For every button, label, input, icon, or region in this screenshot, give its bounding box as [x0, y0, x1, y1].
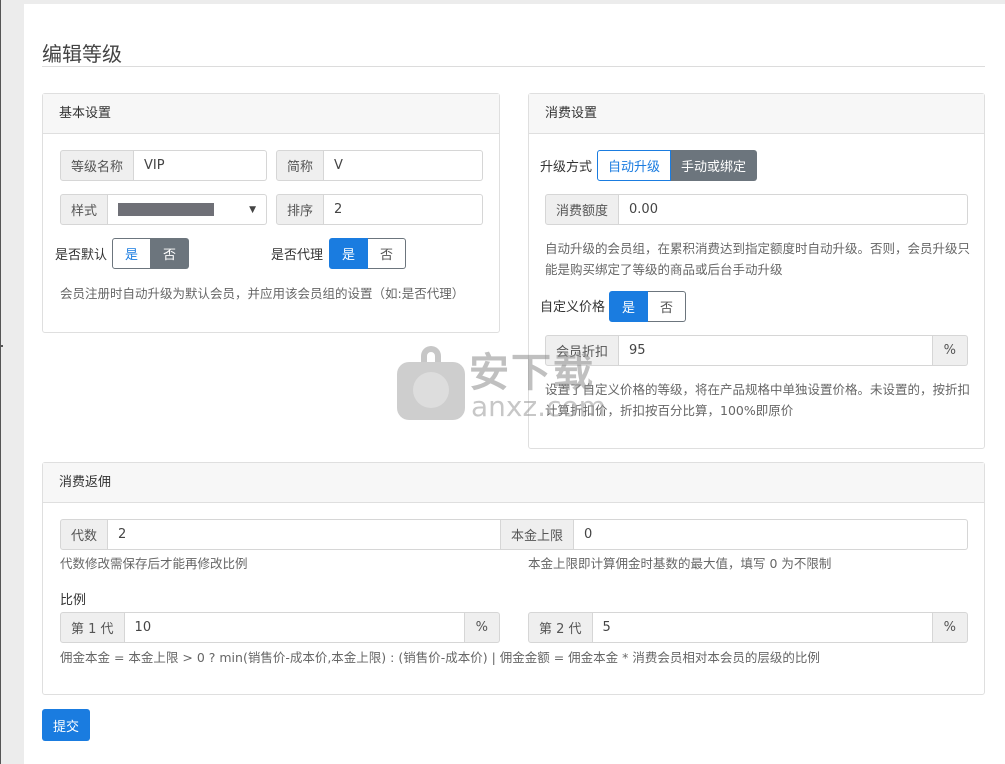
default-no-button[interactable]: 否	[151, 238, 190, 269]
default-yes-button[interactable]: 是	[112, 238, 152, 269]
basic-settings-header: 基本设置	[43, 94, 499, 134]
cap-group: 本金上限 0	[500, 519, 968, 550]
level-name-group: 等级名称 VIP	[60, 150, 267, 181]
commission-formula-text: 佣金本金 = 本金上限 > 0 ? min(销售价-成本价,本金上限) : (销…	[60, 650, 820, 665]
amount-input[interactable]: 0.00	[619, 194, 968, 225]
gen1-ratio-group: 第 1 代 10 %	[60, 612, 500, 643]
cap-label: 本金上限	[500, 519, 575, 550]
gen1-ratio-label: 第 1 代	[60, 612, 125, 643]
amount-help-text: 自动升级的会员组，在累积消费达到指定额度时自动升级。否则，会员升级只能是购买绑定…	[545, 241, 971, 277]
window-edge	[0, 0, 1, 764]
ratio-label: 比例	[60, 593, 87, 608]
short-name-group: 简称 V	[276, 150, 483, 181]
level-name-label: 等级名称	[60, 150, 135, 181]
generation-label: 代数	[60, 519, 109, 550]
cap-input[interactable]: 0	[574, 519, 968, 550]
window-edge-notch	[0, 345, 3, 347]
upgrade-mode-label: 升级方式	[540, 160, 593, 175]
commission-header: 消费返佣	[43, 463, 984, 503]
custom-price-yes-button[interactable]: 是	[609, 291, 649, 322]
discount-group: 会员折扣 95 %	[545, 335, 968, 366]
gen1-percent-suffix: %	[464, 612, 500, 643]
cap-help-text: 本金上限即计算佣金时基数的最大值，填写 0 为不限制	[528, 556, 832, 571]
generation-group: 代数 2	[60, 519, 501, 550]
style-group: 样式 ▼	[60, 194, 267, 225]
agent-toggle: 是 否	[329, 238, 407, 269]
discount-label: 会员折扣	[545, 335, 620, 366]
consume-settings-header: 消费设置	[529, 94, 984, 134]
title-divider	[42, 66, 985, 67]
gen1-ratio-input[interactable]: 10	[124, 612, 465, 643]
short-name-input[interactable]: V	[324, 150, 483, 181]
gen2-ratio-group: 第 2 代 5 %	[528, 612, 968, 643]
chevron-down-icon: ▼	[249, 204, 256, 215]
style-label: 样式	[60, 194, 109, 225]
order-input[interactable]: 2	[324, 194, 483, 225]
short-name-label: 简称	[276, 150, 325, 181]
discount-input[interactable]: 95	[619, 335, 933, 366]
basic-help-text: 会员注册时自动升级为默认会员，并应用该会员组的设置（如:是否代理）	[60, 286, 465, 301]
agent-yes-button[interactable]: 是	[329, 238, 369, 269]
gen2-ratio-label: 第 2 代	[528, 612, 593, 643]
upgrade-auto-button[interactable]: 自动升级	[597, 150, 672, 181]
default-label: 是否默认	[55, 248, 108, 263]
custom-price-no-button[interactable]: 否	[648, 291, 687, 322]
style-select[interactable]: ▼	[108, 194, 267, 225]
page-title: 编辑等级	[42, 42, 122, 66]
gen2-ratio-input[interactable]: 5	[592, 612, 933, 643]
amount-label: 消费额度	[545, 194, 620, 225]
custom-price-label: 自定义价格	[540, 300, 606, 315]
upgrade-mode-toggle: 自动升级 手动或绑定	[597, 150, 758, 181]
edit-level-page: 编辑等级 基本设置 等级名称 VIP 简称 V 样式 ▼ 排序 2 是否默认 是…	[24, 4, 1005, 764]
discount-help-text: 设置了自定义价格的等级，将在产品规格中单独设置价格。未设置的，按折扣计算折扣价，…	[545, 382, 971, 418]
style-color-swatch	[118, 203, 215, 216]
amount-group: 消费额度 0.00	[545, 194, 968, 225]
agent-label: 是否代理	[271, 248, 324, 263]
order-group: 排序 2	[276, 194, 483, 225]
submit-button[interactable]: 提交	[42, 709, 90, 741]
order-label: 排序	[276, 194, 325, 225]
agent-no-button[interactable]: 否	[368, 238, 407, 269]
level-name-input[interactable]: VIP	[134, 150, 267, 181]
generation-help-text: 代数修改需保存后才能再修改比例	[60, 556, 248, 571]
gen2-percent-suffix: %	[932, 612, 968, 643]
custom-price-toggle: 是 否	[609, 291, 687, 322]
discount-percent-suffix: %	[932, 335, 968, 366]
default-toggle: 是 否	[112, 238, 190, 269]
generation-input[interactable]: 2	[108, 519, 501, 550]
upgrade-manual-button[interactable]: 手动或绑定	[671, 150, 758, 181]
